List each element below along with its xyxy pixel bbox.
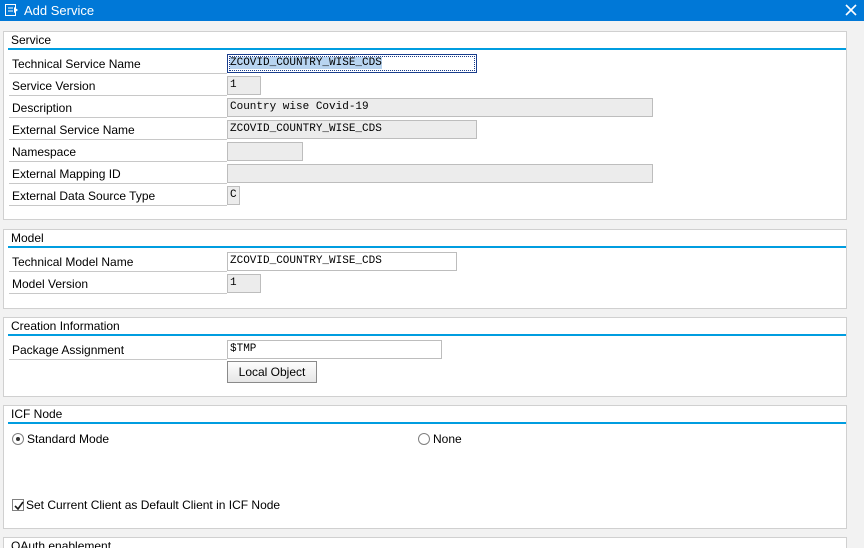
external-service-name-label: External Service Name xyxy=(12,123,135,137)
namespace-field[interactable] xyxy=(227,142,303,161)
label-underline xyxy=(9,271,227,272)
standard-mode-radio[interactable] xyxy=(12,433,24,445)
label-underline xyxy=(9,161,227,162)
package-assignment-field[interactable]: $TMP xyxy=(227,340,442,359)
checkmark-icon xyxy=(14,501,24,511)
label-underline xyxy=(9,117,227,118)
set-default-client-label: Set Current Client as Default Client in … xyxy=(26,498,281,512)
description-field[interactable]: Country wise Covid-19 xyxy=(227,98,653,117)
service-version-field[interactable]: 1 xyxy=(227,76,261,95)
window-title: Add Service xyxy=(24,3,95,18)
oauth-enablement-group: OAuth enablement xyxy=(3,537,847,548)
external-data-source-type-field[interactable]: C xyxy=(227,186,240,205)
model-group: Model Technical Model Name ZCOVID_COUNTR… xyxy=(3,229,847,309)
group-title-icf-node: ICF Node xyxy=(11,407,63,421)
group-divider xyxy=(8,334,846,336)
add-service-icon xyxy=(5,4,18,16)
model-version-label: Model Version xyxy=(12,277,89,291)
local-object-button[interactable]: Local Object xyxy=(227,361,317,383)
close-icon[interactable] xyxy=(844,3,858,17)
label-underline xyxy=(9,359,227,360)
group-title-creation: Creation Information xyxy=(11,319,120,333)
group-title-service: Service xyxy=(11,33,52,47)
external-mapping-id-label: External Mapping ID xyxy=(12,167,121,181)
standard-mode-label: Standard Mode xyxy=(27,432,110,446)
group-divider xyxy=(8,48,846,50)
label-underline xyxy=(9,205,227,206)
none-label: None xyxy=(433,432,462,446)
set-default-client-checkbox[interactable] xyxy=(12,499,24,511)
icf-node-group: ICF Node Standard Mode None Set Current … xyxy=(3,405,847,529)
service-group: Service Technical Service Name ZCOVID_CO… xyxy=(3,31,847,220)
none-radio[interactable] xyxy=(418,433,430,445)
description-label: Description xyxy=(12,101,73,115)
group-title-model: Model xyxy=(11,231,44,245)
group-title-oauth: OAuth enablement xyxy=(11,539,112,548)
model-version-field[interactable]: 1 xyxy=(227,274,261,293)
package-assignment-label: Package Assignment xyxy=(12,343,125,357)
label-underline xyxy=(9,139,227,140)
creation-information-group: Creation Information Package Assignment … xyxy=(3,317,847,397)
group-divider xyxy=(8,422,846,424)
external-data-source-type-label: External Data Source Type xyxy=(12,189,156,203)
label-underline xyxy=(9,95,227,96)
label-underline xyxy=(9,73,227,74)
title-bar: Add Service xyxy=(0,0,864,21)
technical-model-name-field[interactable]: ZCOVID_COUNTRY_WISE_CDS xyxy=(227,252,457,271)
technical-service-name-field[interactable]: ZCOVID_COUNTRY_WISE_CDS xyxy=(227,54,477,73)
label-underline xyxy=(9,293,227,294)
service-version-label: Service Version xyxy=(12,79,96,93)
technical-service-name-label: Technical Service Name xyxy=(12,57,141,71)
technical-model-name-label: Technical Model Name xyxy=(12,255,134,269)
external-service-name-field[interactable]: ZCOVID_COUNTRY_WISE_CDS xyxy=(227,120,477,139)
external-mapping-id-field[interactable] xyxy=(227,164,653,183)
namespace-label: Namespace xyxy=(12,145,77,159)
label-underline xyxy=(9,183,227,184)
group-divider xyxy=(8,246,846,248)
